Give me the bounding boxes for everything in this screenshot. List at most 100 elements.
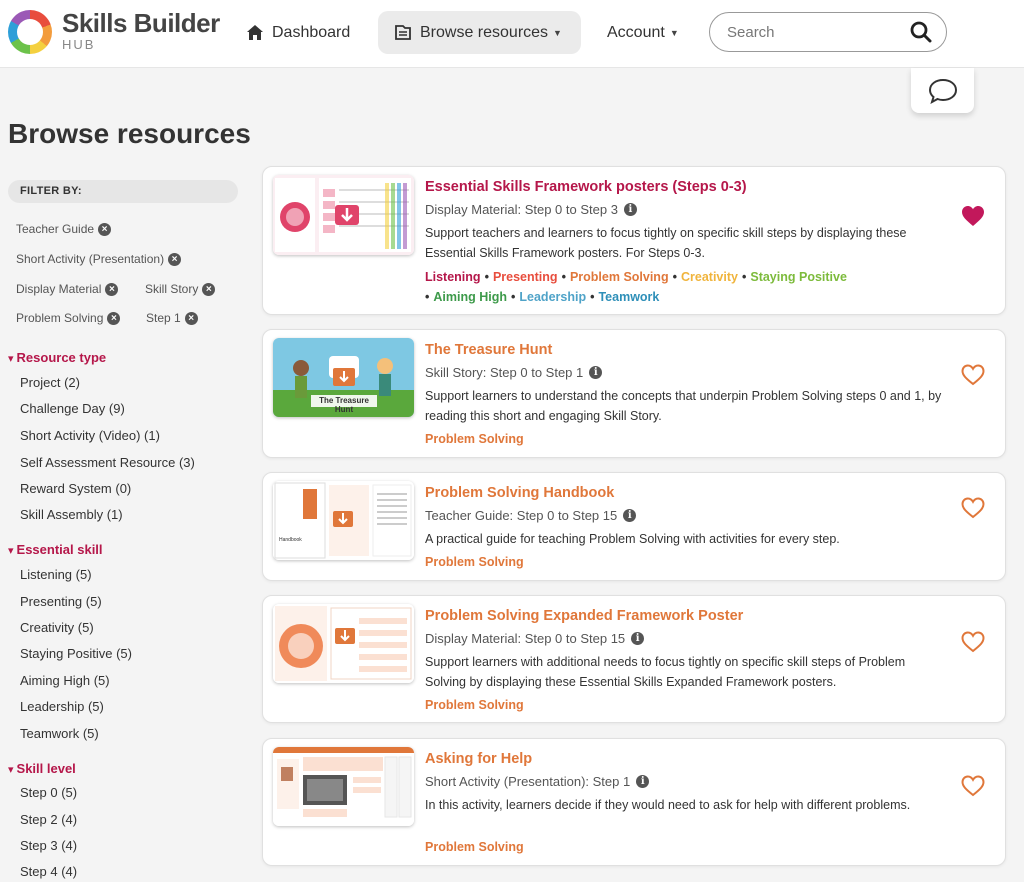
skill-tag[interactable]: Problem Solving: [425, 432, 524, 446]
section-skill-level[interactable]: Skill level: [8, 761, 76, 776]
resource-thumbnail[interactable]: The Treasure Hunt: [273, 338, 414, 417]
heart-outline-icon: [961, 497, 985, 519]
facet-item[interactable]: Leadership (5): [20, 699, 104, 714]
facet-item[interactable]: Step 3 (4): [20, 838, 77, 853]
resource-description: A practical guide for teaching Problem S…: [425, 532, 840, 546]
nav-dashboard[interactable]: Dashboard: [246, 11, 350, 54]
search-input[interactable]: [727, 21, 897, 43]
page-title: Browse resources: [8, 118, 251, 149]
brand[interactable]: Skills Builder HUB: [62, 8, 220, 52]
resource-thumbnail[interactable]: [273, 175, 414, 255]
home-icon: [247, 25, 263, 40]
skill-tag[interactable]: Presenting: [493, 270, 558, 284]
resource-card[interactable]: Essential Skills Framework posters (Step…: [262, 166, 1006, 315]
facet-item[interactable]: Reward System (0): [20, 481, 131, 496]
active-filter-chip[interactable]: Skill Story ×: [145, 282, 216, 296]
facet-item[interactable]: Step 0 (5): [20, 785, 77, 800]
expanded-poster-preview-image: [273, 604, 414, 683]
skill-tags: Problem Solving: [425, 837, 945, 857]
resource-meta: Teacher Guide: Step 0 to Step 15 i: [425, 508, 637, 523]
skill-tags: Listening • Presenting • Problem Solving • Cre…: [425, 270, 847, 304]
facet-item[interactable]: Project (2): [20, 375, 80, 390]
skill-tag[interactable]: Aiming High: [433, 290, 507, 304]
favourite-button[interactable]: [961, 631, 985, 658]
resource-type-steps: Display Material: Step 0 to Step 3: [425, 202, 618, 217]
skill-tag[interactable]: Problem Solving: [425, 698, 524, 712]
section-resource-type[interactable]: Resource type: [8, 350, 107, 365]
remove-filter-icon[interactable]: ×: [184, 311, 198, 325]
facet-item[interactable]: Step 2 (4): [20, 812, 77, 827]
facet-item[interactable]: Staying Positive (5): [20, 646, 132, 661]
resource-meta: Display Material: Step 0 to Step 15 i: [425, 631, 645, 646]
favourite-button[interactable]: [961, 205, 985, 232]
info-icon[interactable]: i: [623, 509, 637, 522]
info-icon[interactable]: i: [631, 632, 645, 645]
skill-tag[interactable]: Problem Solving: [425, 840, 524, 854]
skill-tags: Problem Solving: [425, 695, 945, 715]
facet-item[interactable]: Self Assessment Resource (3): [20, 455, 195, 470]
active-filter-chip[interactable]: Display Material ×: [16, 282, 119, 296]
resource-thumbnail[interactable]: [273, 604, 414, 683]
skill-tag[interactable]: Teamwork: [598, 290, 659, 304]
remove-filter-icon[interactable]: ×: [98, 222, 112, 236]
chevron-down-icon: ▼: [669, 27, 679, 38]
section-essential-skill[interactable]: Essential skill: [8, 542, 103, 557]
remove-filter-icon[interactable]: ×: [107, 311, 121, 325]
chat-button[interactable]: [911, 68, 974, 113]
favourite-button[interactable]: [961, 364, 985, 391]
skill-tag[interactable]: Listening: [425, 270, 481, 284]
resource-thumbnail[interactable]: [273, 747, 414, 826]
search-button[interactable]: [910, 21, 932, 48]
facet-item[interactable]: Presenting (5): [20, 594, 102, 609]
handbook-preview-image: Handbook: [273, 481, 414, 560]
facet-item[interactable]: Aiming High (5): [20, 673, 110, 688]
facet-item[interactable]: Teamwork (5): [20, 726, 99, 741]
info-icon[interactable]: i: [589, 366, 603, 379]
skill-tag[interactable]: Staying Positive: [750, 270, 847, 284]
brand-name: Skills Builder: [62, 8, 220, 38]
facet-item[interactable]: Listening (5): [20, 567, 92, 582]
resource-card[interactable]: Problem Solving Expanded Framework Poste…: [262, 595, 1006, 723]
nav-browse-label: Browse resources: [420, 23, 549, 41]
facet-item[interactable]: Skill Assembly (1): [20, 507, 123, 522]
resource-title[interactable]: Essential Skills Framework posters (Step…: [425, 179, 747, 195]
heart-outline-icon: [961, 364, 985, 386]
skill-tag[interactable]: Creativity: [681, 270, 738, 284]
skill-tag[interactable]: Problem Solving: [570, 270, 669, 284]
skill-tag[interactable]: Problem Solving: [425, 555, 524, 569]
resource-card[interactable]: The Treasure Hunt The Treasure Hunt Skil…: [262, 329, 1006, 458]
active-filter-chip[interactable]: Teacher Guide ×: [16, 222, 112, 236]
facet-item[interactable]: Creativity (5): [20, 620, 94, 635]
favourite-button[interactable]: [961, 497, 985, 524]
info-icon[interactable]: i: [636, 775, 650, 788]
resource-type-steps: Teacher Guide: Step 0 to Step 15: [425, 508, 618, 523]
skills-builder-logo[interactable]: [8, 10, 52, 54]
resource-title[interactable]: Problem Solving Handbook: [425, 485, 614, 501]
search-box: [709, 12, 947, 52]
info-icon[interactable]: i: [623, 203, 637, 216]
active-filter-chip[interactable]: Short Activity (Presentation) ×: [16, 252, 182, 266]
resource-card[interactable]: Asking for Help Short Activity (Presenta…: [262, 738, 1006, 866]
brand-sub: HUB: [62, 37, 96, 52]
facet-item[interactable]: Step 4 (4): [20, 864, 77, 879]
nav-account[interactable]: Account ▼: [607, 11, 679, 54]
chat-bubble-icon: [928, 78, 957, 104]
facet-item[interactable]: Challenge Day (9): [20, 401, 125, 416]
active-filter-chip[interactable]: Step 1 ×: [146, 311, 198, 325]
heart-outline-icon: [961, 631, 985, 653]
facet-item[interactable]: Short Activity (Video) (1): [20, 428, 160, 443]
remove-filter-icon[interactable]: ×: [168, 252, 182, 266]
chip-label: Display Material: [16, 282, 102, 296]
remove-filter-icon[interactable]: ×: [202, 282, 216, 296]
skill-tag[interactable]: Leadership: [519, 290, 586, 304]
resource-meta: Display Material: Step 0 to Step 3 i: [425, 202, 637, 217]
resource-title[interactable]: Problem Solving Expanded Framework Poste…: [425, 608, 743, 624]
resource-thumbnail[interactable]: Handbook: [273, 481, 414, 560]
resource-title[interactable]: Asking for Help: [425, 751, 532, 767]
resource-title[interactable]: The Treasure Hunt: [425, 342, 552, 358]
remove-filter-icon[interactable]: ×: [105, 282, 119, 296]
active-filter-chip[interactable]: Problem Solving ×: [16, 311, 121, 325]
nav-browse-resources[interactable]: Browse resources ▼: [378, 11, 581, 54]
resource-card[interactable]: Handbook Problem Solving Handbook Teache…: [262, 472, 1006, 581]
favourite-button[interactable]: [961, 775, 985, 802]
